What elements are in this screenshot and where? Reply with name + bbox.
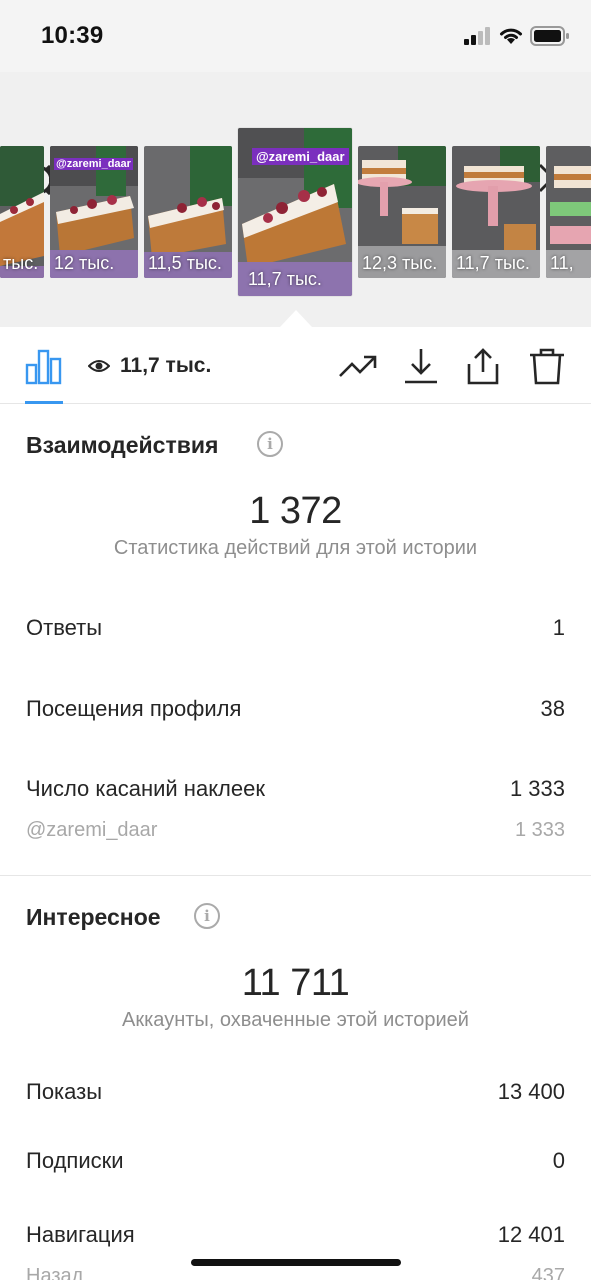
discovery-section: Интересное i 11 711 Аккаунты, охваченные…: [0, 876, 591, 1280]
stat-subrow: @zaremi_daar 1 333: [26, 819, 565, 849]
story-thumbnail[interactable]: 11,7 тыс.: [452, 146, 540, 278]
section-title: Взаимодействия: [26, 432, 219, 458]
stat-row: Навигация 12 401: [26, 1222, 565, 1252]
stat-label: @zaremi_daar: [26, 819, 158, 841]
status-bar: 10:39: [0, 0, 591, 72]
battery-icon: [530, 26, 569, 46]
story-thumbnail[interactable]: 11,: [546, 146, 591, 278]
home-indicator[interactable]: [191, 1259, 401, 1266]
insights-toolbar: 11,7 тыс.: [0, 328, 591, 404]
selected-thumbnail-pointer: [280, 310, 312, 327]
stat-value: 13 400: [497, 1079, 565, 1104]
story-thumbnail[interactable]: @zaremi_daar 12 тыс.: [50, 146, 138, 278]
story-thumbnail-selected[interactable]: @zaremi_daar 11,7 тыс.: [238, 128, 352, 296]
interactions-subtitle: Статистика действий для этой истории: [113, 537, 478, 559]
thumbnail-view-count: 9 тыс.: [0, 253, 39, 273]
stat-value: 1: [552, 615, 565, 640]
thumbnail-view-count: 11,: [550, 253, 574, 273]
stat-row: Число касаний наклеек 1 333: [26, 776, 565, 806]
share-icon[interactable]: [463, 346, 503, 386]
thumbnail-view-count: 11,5 тыс.: [148, 253, 222, 273]
story-thumbnail[interactable]: 11,5 тыс.: [144, 146, 232, 278]
discovery-subtitle: Аккаунты, охваченные этой историей: [122, 1009, 469, 1031]
insights-bar-chart-icon[interactable]: [25, 349, 63, 385]
cellular-signal-icon: [464, 27, 490, 45]
story-thumbnail[interactable]: 12,3 тыс.: [358, 146, 446, 278]
stat-row: Ответы 1: [26, 615, 565, 645]
stat-label: Подписки: [26, 1148, 124, 1173]
story-thumbnail[interactable]: 9 тыс.: [0, 146, 44, 278]
interactions-section: Взаимодействия i 1 372 Статистика действ…: [0, 404, 591, 874]
stat-value: 38: [540, 696, 565, 721]
stat-value: 1 333: [514, 819, 565, 841]
trash-icon[interactable]: [527, 346, 567, 386]
thumbnail-view-count: 11,7 тыс.: [248, 269, 322, 289]
stat-label: Посещения профиля: [26, 696, 242, 721]
stat-label: Ответы: [26, 615, 103, 640]
wifi-icon: [500, 28, 522, 44]
story-view-count: 11,7 тыс.: [120, 354, 212, 377]
stat-value: 1 333: [509, 776, 565, 801]
stat-label: Показы: [26, 1079, 103, 1104]
stat-row: Посещения профиля 38: [26, 696, 565, 726]
mention-sticker: @zaremi_daar: [54, 158, 133, 170]
status-time: 10:39: [41, 22, 104, 49]
stat-subrow: Назад 437: [26, 1265, 565, 1280]
eye-icon: [88, 360, 110, 372]
stat-row: Подписки 0: [26, 1148, 565, 1178]
thumbnail-view-count: 12,3 тыс.: [362, 253, 438, 273]
thumbnail-view-count: 12 тыс.: [54, 253, 115, 273]
section-title: Интересное: [26, 904, 161, 930]
mention-sticker: @zaremi_daar: [252, 148, 349, 165]
stat-label: Навигация: [26, 1222, 135, 1247]
info-icon[interactable]: i: [257, 431, 283, 457]
interactions-total: 1 372: [249, 490, 342, 532]
stat-value: 12 401: [497, 1222, 565, 1247]
trending-up-icon[interactable]: [338, 346, 378, 386]
stat-label: Число касаний наклеек: [26, 776, 265, 801]
story-thumbnail-strip: 9 тыс. @zaremi_daar 12 тыс.: [0, 128, 591, 318]
stat-value: 437: [531, 1265, 565, 1280]
download-icon[interactable]: [401, 346, 441, 386]
stat-value: 0: [552, 1148, 565, 1173]
stat-row: Показы 13 400: [26, 1079, 565, 1109]
stat-label: Назад: [26, 1265, 84, 1280]
info-icon[interactable]: i: [194, 903, 220, 929]
discovery-total: 11 711: [241, 962, 350, 1004]
story-insights-screen: 10:39 тыс. @zaremi_daar 12 тыс. 11,5 тыс…: [0, 0, 591, 1280]
thumbnail-view-count: 11,7 тыс.: [456, 253, 530, 273]
